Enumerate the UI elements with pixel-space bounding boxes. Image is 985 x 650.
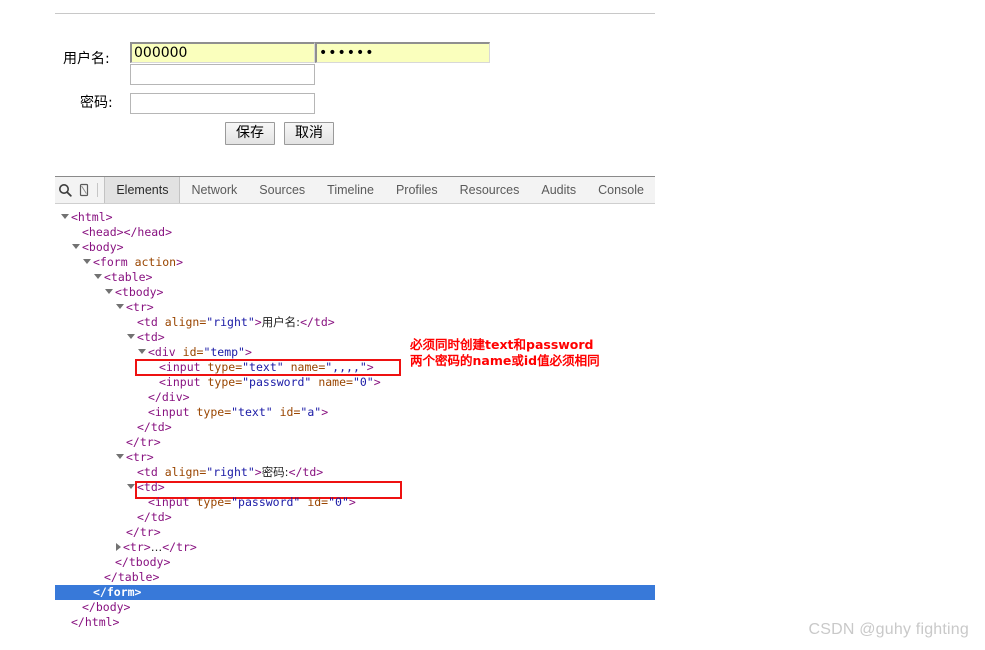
chevron-down-icon[interactable] [127,334,135,339]
dom-node-row[interactable]: </td> [55,420,655,435]
dom-node-code: <tr> [126,300,154,314]
dom-node-code: <input type="password" id="0"> [148,495,356,509]
dom-node-row[interactable]: <html> [55,210,655,225]
dom-node-code: </table> [104,570,160,584]
dom-node-code: <td> [137,480,165,494]
chevron-down-icon[interactable] [127,484,135,489]
dom-node-code: <td> [137,330,165,344]
dom-node-row[interactable]: <head></head> [55,225,655,240]
dom-node-code: <table> [104,270,153,284]
dom-node-code: <head></head> [82,225,173,239]
cancel-button[interactable]: 取消 [284,122,334,146]
dom-node-code: </td> [137,510,172,524]
dom-node-code: <tr>…</tr> [123,540,197,554]
dom-node-row[interactable]: <input type="password" id="0"> [55,495,655,510]
search-icon [58,184,72,197]
dom-node-row[interactable]: <tr> [55,450,655,465]
rendered-page: 用户名: 密码: 保存 取消 [55,0,655,146]
username-label: 用户名: [63,51,110,67]
dom-node-code: <tr> [126,450,154,464]
dom-node-row[interactable]: <form action> [55,255,655,270]
tab-elements[interactable]: Elements [104,177,181,203]
tab-sources[interactable]: Sources [248,177,316,203]
dom-node-row[interactable]: </div> [55,390,655,405]
dom-node-row[interactable]: </html> [55,615,655,630]
tab-timeline[interactable]: Timeline [316,177,385,203]
dom-node-row[interactable]: </tr> [55,525,655,540]
password-mirror-input[interactable] [315,42,490,63]
dom-node-code: </form> [93,585,142,599]
chevron-down-icon[interactable] [94,274,102,279]
device-mode-button[interactable] [74,177,93,203]
dom-node-row[interactable]: <td align="right">用户名:</td> [55,315,655,330]
dom-node-code: <div id="temp"> [148,345,252,359]
dom-node-row[interactable]: </form> [55,585,655,600]
chevron-down-icon[interactable] [72,244,80,249]
dom-node-row[interactable]: <input type="text" name=",,,,"> [55,360,655,375]
dom-node-code: <input type="text" id="a"> [148,405,329,419]
dom-node-row[interactable]: <td> [55,330,655,345]
dom-node-code: </tr> [126,435,161,449]
chevron-down-icon[interactable] [116,454,124,459]
dom-node-code: <td align="right">用户名:</td> [137,315,335,329]
dom-node-code: <input type="password" name="0"> [159,375,381,389]
dom-node-row[interactable]: <td align="right">密码:</td> [55,465,655,480]
dom-node-code: <form action> [93,255,184,269]
dom-node-code: <td align="right">密码:</td> [137,465,324,479]
dom-node-code: <body> [82,240,124,254]
password-input[interactable] [130,93,315,114]
dom-node-row[interactable]: <input type="password" name="0"> [55,375,655,390]
dom-node-row[interactable]: <td> [55,480,655,495]
toolbar-separator [96,183,98,197]
login-form: 用户名: 密码: 保存 取消 [55,14,655,146]
tab-console[interactable]: Console [587,177,655,203]
dom-node-code: </div> [148,390,190,404]
dom-node-row[interactable]: </td> [55,510,655,525]
tab-network[interactable]: Network [180,177,248,203]
tab-resources[interactable]: Resources [449,177,531,203]
dom-node-code: <html> [71,210,113,224]
dom-node-row[interactable]: <table> [55,270,655,285]
chevron-down-icon[interactable] [138,349,146,354]
dom-node-row[interactable]: </tbody> [55,555,655,570]
devtools-tabs: Elements Network Sources Timeline Profiles Re… [104,177,655,203]
dom-node-row[interactable]: </tr> [55,435,655,450]
dom-node-row[interactable]: <body> [55,240,655,255]
dom-node-row[interactable]: </table> [55,570,655,585]
form-buttons: 保存 取消 [225,122,334,146]
watermark: CSDN @guhy fighting [808,621,969,638]
dom-node-code: </body> [82,600,131,614]
chevron-down-icon[interactable] [116,304,124,309]
dom-node-row[interactable]: <input type="text" id="a"> [55,405,655,420]
chevron-down-icon[interactable] [105,289,113,294]
chevron-down-icon[interactable] [83,259,91,264]
chevron-right-icon[interactable] [116,542,121,551]
devtools-panel: Elements Network Sources Timeline Profiles Re… [55,176,655,630]
dom-node-code: </tr> [126,525,161,539]
dom-node-code: </html> [71,615,120,629]
dom-node-row[interactable]: <tr> [55,300,655,315]
dom-node-code: </td> [137,420,172,434]
tab-profiles[interactable]: Profiles [385,177,449,203]
phone-icon [79,183,89,197]
devtools-toolbar: Elements Network Sources Timeline Profiles Re… [55,176,655,204]
dom-node-code: </tbody> [115,555,171,569]
inspect-element-button[interactable] [55,177,74,203]
tab-audits[interactable]: Audits [530,177,587,203]
dom-node-row[interactable]: <tr>…</tr> [55,540,655,555]
dom-node-row[interactable]: <div id="temp"> [55,345,655,360]
username-text-input[interactable] [130,42,315,63]
dom-tree: 必须同时创建text和password 两个密码的name或id值必须相同 <h… [55,204,655,630]
dom-node-code: <input type="text" name=",,,,"> [159,360,374,374]
dom-node-row[interactable]: </body> [55,600,655,615]
dom-node-code: <tbody> [115,285,164,299]
save-button[interactable]: 保存 [225,122,275,146]
chevron-down-icon[interactable] [61,214,69,219]
dom-node-row[interactable]: <tbody> [55,285,655,300]
username-secondary-input[interactable] [130,64,315,85]
password-label: 密码: [80,95,113,111]
